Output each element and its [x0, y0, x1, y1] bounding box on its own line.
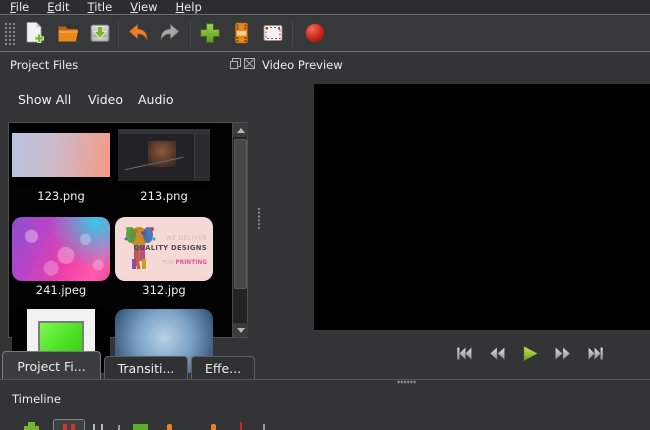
choose-profile-button[interactable]	[229, 21, 253, 45]
toolbar-separator	[118, 21, 119, 47]
file-list-scrollbar[interactable]	[232, 123, 248, 337]
filter-audio[interactable]: Audio	[138, 92, 174, 107]
thumbnail-image-312: WE DELIVER QUALITY DESIGNS FOR PRINTING	[115, 217, 213, 281]
toolbar-separator	[292, 21, 293, 47]
undo-button[interactable]	[126, 21, 150, 45]
razor-tool-button[interactable]	[93, 424, 95, 430]
thumbnail-image-123	[12, 133, 110, 177]
export-video-button[interactable]	[303, 21, 327, 45]
film-strip-icon	[235, 22, 248, 44]
save-project-button[interactable]	[88, 21, 112, 45]
thumbnail-image-241	[12, 217, 110, 281]
horizontal-splitter-handle[interactable]	[397, 380, 416, 384]
rewind-button[interactable]	[488, 344, 506, 363]
close-icon	[244, 58, 255, 69]
file-name-label: 123.png	[37, 189, 85, 203]
scroll-up-button[interactable]	[233, 123, 248, 137]
file-thumbnail	[115, 123, 213, 187]
file-thumbnail: WE DELIVER QUALITY DESIGNS FOR PRINTING	[115, 217, 213, 281]
add-track-button[interactable]	[24, 422, 39, 430]
jump-to-end-button[interactable]	[587, 344, 605, 363]
tab-transitions[interactable]: Transiti...	[104, 356, 188, 380]
tab-project-files[interactable]: Project Fi...	[2, 351, 101, 380]
play-icon	[523, 346, 538, 361]
rewind-icon	[489, 346, 505, 361]
jump-end-icon	[588, 346, 603, 361]
playback-controls	[455, 344, 605, 363]
file-thumbnail	[12, 217, 110, 281]
center-playhead-button[interactable]	[263, 424, 265, 430]
toolbar-drag-handle[interactable]	[4, 22, 15, 46]
new-document-icon	[26, 22, 44, 44]
video-preview-panel-title: Video Preview	[262, 58, 343, 72]
timeline-icon[interactable]	[118, 425, 120, 430]
menu-file[interactable]: File	[8, 0, 31, 14]
fullscreen-button[interactable]	[261, 21, 285, 45]
project-files-panel-title: Project Files	[10, 58, 79, 72]
jump-to-start-button[interactable]	[455, 344, 473, 363]
project-files-list[interactable]: 123.png 213.png 241.jpeg WE DELIVER QUAL…	[8, 122, 248, 373]
previous-marker-button[interactable]	[167, 424, 172, 430]
record-circle-icon	[305, 23, 325, 43]
panel-splitter-line[interactable]	[0, 379, 650, 380]
scrollbar-thumb[interactable]	[234, 139, 247, 289]
thumbnail-image-213	[118, 129, 210, 181]
fast-forward-icon	[555, 346, 571, 361]
menu-view[interactable]: View	[128, 0, 159, 14]
toolbar-separator	[190, 21, 191, 47]
menu-title[interactable]: Title	[86, 0, 115, 14]
file-name-label: 241.jpeg	[35, 283, 87, 297]
tab-effects[interactable]: Effe...	[191, 356, 255, 380]
redo-button[interactable]	[158, 21, 182, 45]
scroll-down-button[interactable]	[233, 323, 248, 337]
play-button[interactable]	[521, 344, 539, 363]
vertical-splitter-handle[interactable]	[257, 207, 261, 230]
file-name-label: 213.png	[140, 189, 188, 203]
arrow-up-icon	[236, 127, 245, 133]
open-project-button[interactable]	[56, 21, 80, 45]
snapping-toggle-button[interactable]	[53, 419, 85, 430]
file-thumbnail	[12, 123, 110, 187]
menu-edit[interactable]: Edit	[45, 0, 71, 14]
razor-tool-button[interactable]	[101, 424, 103, 430]
jump-start-icon	[457, 346, 472, 361]
filter-video[interactable]: Video	[88, 92, 123, 107]
import-files-button[interactable]	[198, 21, 222, 45]
close-panel-button[interactable]	[244, 58, 255, 69]
new-project-button[interactable]	[22, 21, 46, 45]
playhead-marker[interactable]	[240, 422, 242, 430]
video-preview-screen	[314, 84, 650, 330]
file-name-label: 312.jpg	[142, 283, 186, 297]
menu-bar: File Edit Title View Help	[0, 0, 650, 15]
timeline-panel-title: Timeline	[12, 392, 61, 406]
filter-show-all[interactable]: Show All	[18, 92, 71, 107]
plus-icon	[200, 23, 220, 43]
redo-arrow-icon	[160, 23, 180, 40]
save-icon	[90, 24, 110, 42]
menu-help[interactable]: Help	[174, 0, 204, 14]
float-panel-button[interactable]	[230, 58, 241, 69]
main-toolbar	[0, 16, 650, 52]
next-marker-button[interactable]	[211, 424, 216, 430]
undo-arrow-icon	[128, 23, 148, 40]
fast-forward-button[interactable]	[554, 344, 572, 363]
magnet-icon	[63, 424, 67, 430]
folder-icon	[58, 26, 78, 42]
float-icon	[230, 58, 241, 69]
openshot-window: File Edit Title View Help Project Files …	[0, 0, 650, 430]
arrow-down-icon	[236, 327, 245, 333]
screen-icon	[263, 25, 283, 41]
thumbnail-text: WE DELIVER QUALITY DESIGNS FOR PRINTING	[133, 235, 207, 267]
add-marker-button[interactable]	[133, 424, 148, 430]
